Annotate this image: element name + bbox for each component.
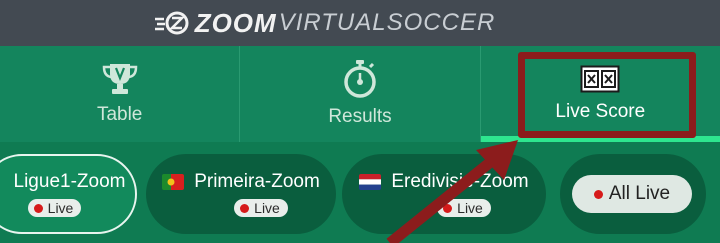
live-dot-icon [593, 189, 603, 199]
live-badge-label: Live [457, 200, 483, 216]
tab-results[interactable]: Results [239, 46, 479, 142]
league-name: Eredivisie-Zoom [391, 171, 529, 192]
brand-name-bold: ZOOM [194, 7, 277, 38]
portugal-flag-icon [162, 174, 185, 190]
live-badge: Live [234, 199, 288, 217]
league-pill-primeira[interactable]: Primeira-Zoom Live [146, 154, 336, 234]
scoreboard-icon [580, 65, 620, 93]
tab-live-score[interactable]: Live Score [479, 46, 720, 142]
league-pill-ligue1[interactable]: Ligue1-Zoom Live [0, 154, 137, 234]
zz-speed-logo-icon [154, 11, 189, 35]
league-pill-eredivisie[interactable]: Eredivisie-Zoom Live [342, 154, 546, 234]
live-badge: Live [437, 199, 491, 217]
all-live-button[interactable]: All Live [572, 175, 692, 213]
tab-table[interactable]: Table [0, 46, 239, 142]
tab-label: Results [328, 106, 392, 127]
live-badge: Live [27, 199, 82, 217]
live-dot-icon [33, 203, 43, 213]
tab-label: Table [96, 104, 143, 125]
app-header: ZOOM VIRTUALSOCCER [0, 0, 720, 46]
trophy-icon [100, 62, 140, 96]
netherlands-flag-icon [359, 174, 382, 190]
league-selector: Ligue1-Zoom Live Primeira-Zoom Live Ered… [0, 142, 720, 243]
stopwatch-icon [342, 60, 378, 98]
league-name: Primeira-Zoom [194, 171, 320, 192]
tab-label: Live Score [555, 101, 646, 122]
live-dot-icon [240, 203, 250, 213]
live-dot-icon [443, 203, 453, 213]
league-name: Ligue1-Zoom [13, 171, 126, 192]
all-live-label: All Live [608, 183, 671, 204]
main-tabs: Table Results Live Score [0, 46, 720, 142]
live-badge-label: Live [254, 200, 280, 216]
live-badge-label: Live [47, 200, 74, 216]
brand-name-rest: VIRTUALSOCCER [278, 9, 496, 36]
brand-logo[interactable]: ZOOM VIRTUALSOCCER [154, 7, 496, 39]
